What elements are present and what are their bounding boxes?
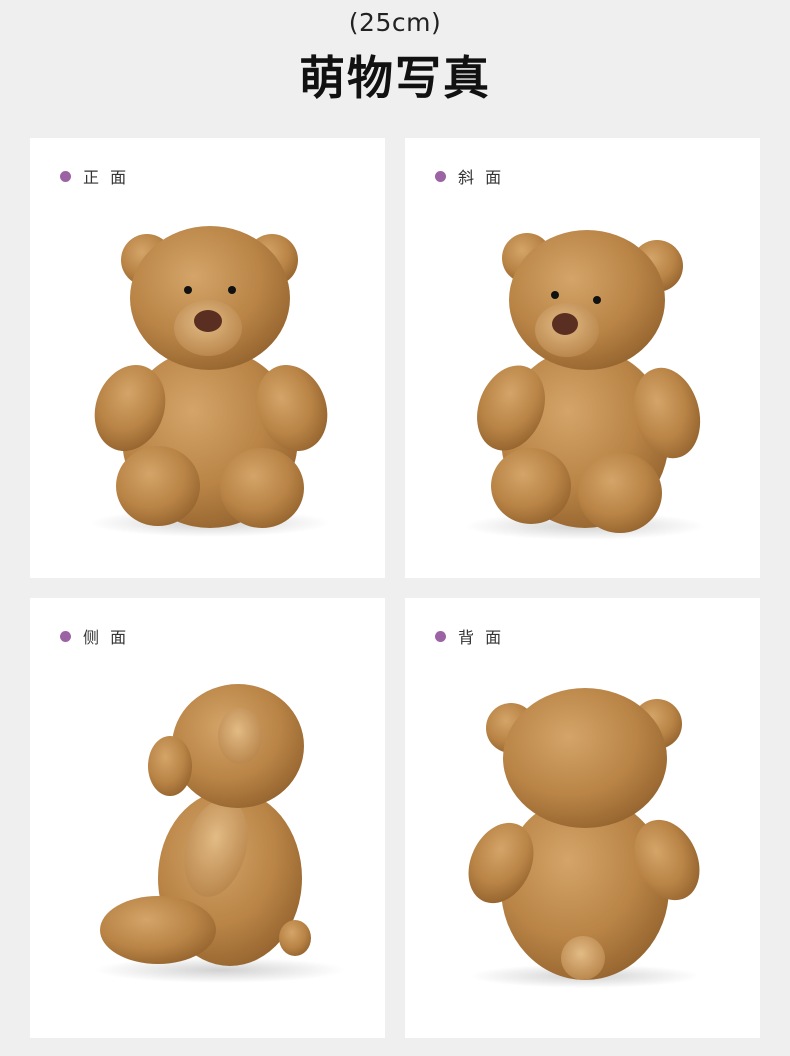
photo-card-front: 正 面 (30, 138, 385, 578)
page-title: 萌物写真 (299, 51, 491, 105)
teddy-bear-side-image (95, 684, 345, 983)
photo-card-angled: 斜 面 (405, 138, 760, 578)
teddy-bear-front-image (90, 226, 330, 537)
teddy-bear-back-image (468, 688, 700, 988)
teddy-bear-angled-image (465, 230, 705, 540)
size-subtitle: (25cm) (348, 8, 442, 37)
photo-card-side: 侧 面 (30, 598, 385, 1038)
photo-card-back: 背 面 (405, 598, 760, 1038)
